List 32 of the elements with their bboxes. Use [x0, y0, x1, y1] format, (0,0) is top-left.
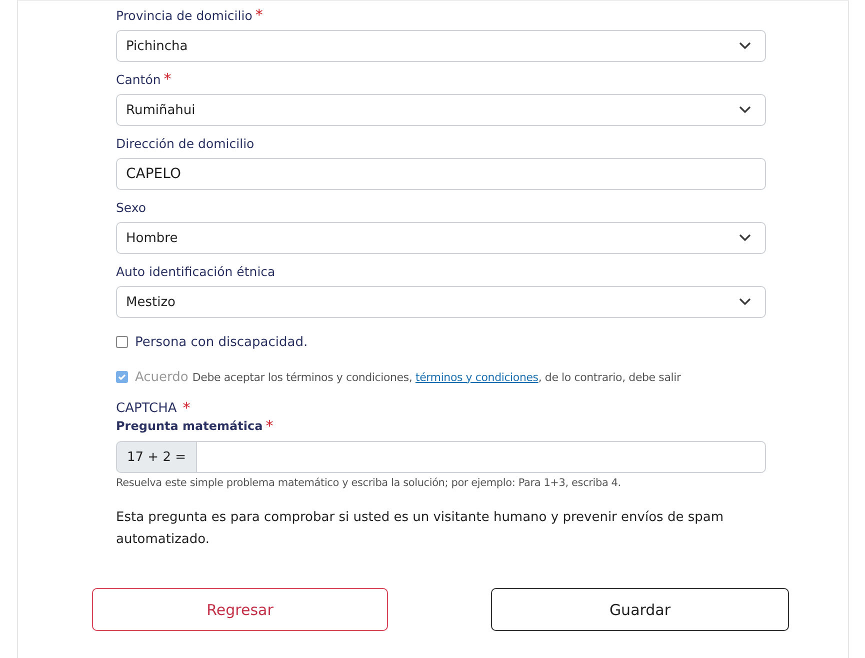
- save-button[interactable]: Guardar: [491, 588, 789, 631]
- math-question: 17 + 2 =: [116, 441, 196, 473]
- terms-link[interactable]: términos y condiciones: [416, 370, 538, 384]
- terms-text: Debe aceptar los términos y condiciones, términos y condiciones, de lo contrario, debe salir: [192, 370, 681, 384]
- help-text: Resuelva este simple problema matemático y escriba la solución; por ejemplo: Para 1+3, escriba 4.: [116, 477, 622, 489]
- field-label: Auto identificación étnica: [116, 264, 276, 279]
- required-asterisk: *: [164, 72, 172, 87]
- input-field[interactable]: CAPELO: [116, 158, 766, 190]
- back-button[interactable]: Regresar: [92, 588, 388, 631]
- field-label: Pregunta matemática: [116, 419, 263, 433]
- field-label: Dirección de domicilio: [116, 136, 254, 151]
- checkbox-label: Persona con discapacidad.: [135, 334, 308, 350]
- checkbox[interactable]: [116, 371, 128, 383]
- required-asterisk: *: [255, 8, 263, 23]
- checkbox[interactable]: [116, 336, 128, 348]
- chevron-down-icon: [739, 42, 751, 50]
- field-label: Cantón: [116, 72, 161, 87]
- select-field[interactable]: Pichincha: [116, 30, 766, 62]
- chevron-down-icon: [739, 234, 751, 242]
- required-asterisk: *: [266, 419, 274, 434]
- required-asterisk: *: [182, 401, 190, 419]
- field-label: Sexo: [116, 200, 146, 215]
- select-field[interactable]: Mestizo: [116, 286, 766, 318]
- select-field[interactable]: Hombre: [116, 222, 766, 254]
- field-label: Provincia de domicilio: [116, 8, 252, 23]
- answer-field[interactable]: [196, 441, 766, 473]
- chevron-down-icon: [739, 106, 751, 114]
- checkbox-label: Acuerdo: [135, 370, 188, 384]
- captcha-note: Esta pregunta es para comprobar si usted es un visitante humano y prevenir envíos de spam automatizado.: [116, 509, 724, 549]
- captcha-title: CAPTCHA: [116, 401, 177, 418]
- chevron-down-icon: [739, 298, 751, 306]
- select-field[interactable]: Rumiñahui: [116, 94, 766, 126]
